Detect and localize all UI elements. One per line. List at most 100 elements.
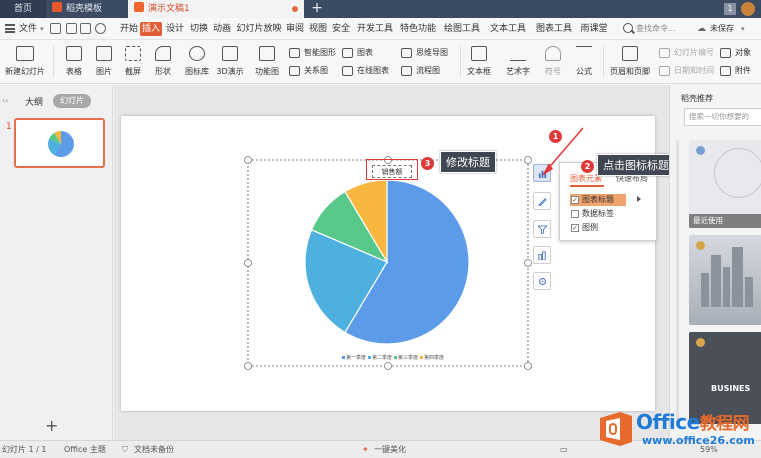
unsaved-status[interactable]: 未保存 (710, 18, 734, 40)
picture-button[interactable]: 图片 (91, 46, 117, 77)
attachment-button[interactable]: 附件 (719, 64, 751, 78)
backup-status[interactable]: 文档未备份 (134, 441, 174, 458)
slide-number-button[interactable]: 幻灯片编号 (658, 46, 714, 60)
checkbox-unchecked-icon[interactable] (571, 210, 579, 218)
paperclip-icon (720, 66, 731, 76)
art-text-button[interactable]: 艺术字 (500, 46, 536, 77)
data-label-option[interactable]: 数据标签 (570, 208, 614, 220)
relation-label: 关系图 (304, 66, 328, 75)
mind-map-button[interactable]: 思维导图 (400, 46, 448, 60)
tab-outline[interactable]: 大纲 (25, 95, 43, 108)
template-card[interactable] (689, 235, 761, 325)
resize-handle[interactable] (524, 156, 532, 164)
menu-tab-review[interactable]: 审阅 (285, 18, 305, 40)
view-normal-icon[interactable]: ▭ (560, 441, 568, 458)
legend-item-q2: 第二季度 (367, 354, 392, 361)
menu-tab-slideshow[interactable]: 幻灯片放映 (236, 18, 282, 40)
chart-settings-button[interactable] (533, 272, 551, 290)
object-button[interactable]: 对象 (719, 46, 751, 60)
flowchart-button[interactable]: 流程图 (400, 64, 440, 78)
function-chart-button[interactable]: 功能图 (251, 46, 283, 77)
one-click-beautify[interactable]: 一键美化 (374, 441, 406, 458)
function-chart-icon (259, 46, 275, 61)
command-search[interactable]: 查找命令... (636, 18, 676, 40)
legend-swatch (367, 355, 371, 359)
online-chart-button[interactable]: 在线图表 (341, 64, 389, 78)
chart-title-option[interactable]: ✓ 图表标题 (570, 194, 626, 206)
resize-handle[interactable] (524, 362, 532, 370)
resize-handle[interactable] (244, 156, 252, 164)
textbox-button[interactable]: 文本框 (463, 46, 495, 77)
print-icon[interactable] (80, 23, 91, 34)
preview-icon[interactable] (95, 23, 106, 34)
legend-item-q3: 第三季度 (394, 354, 418, 361)
submenu-arrow-icon[interactable] (637, 196, 641, 202)
shape-button[interactable]: 形状 (150, 46, 176, 77)
legend-option[interactable]: ✓ 图例 (570, 222, 598, 234)
save-icon[interactable] (50, 23, 61, 34)
menu-tab-text-tools[interactable]: 文本工具 (489, 18, 527, 40)
tab-home[interactable]: 首页 (0, 0, 46, 18)
resize-handle[interactable] (244, 362, 252, 370)
collapse-panel-icon[interactable]: ‹‹ (2, 96, 8, 105)
chevron-down-icon[interactable]: ▾ (741, 18, 745, 40)
smart-graphic-button[interactable]: 智能图形 (288, 46, 336, 60)
menu-tab-features[interactable]: 特色功能 (399, 18, 437, 40)
menu-tab-start[interactable]: 开始 (119, 18, 139, 40)
template-search-input[interactable]: 搜索一切你想要的 (684, 108, 761, 126)
slide[interactable]: 销售额 第一季度第二季度第三季度第四季度 图表元素 快速布局 ✓图表标题 (121, 116, 675, 411)
chart-style-button[interactable] (533, 192, 551, 210)
new-slide-button[interactable]: 新建幻灯片 (0, 46, 50, 77)
screenshot-button[interactable]: 截屏 (120, 46, 146, 77)
menu-tab-view[interactable]: 视图 (308, 18, 328, 40)
export-pdf-icon[interactable] (66, 23, 77, 34)
menu-tab-rain-classroom[interactable]: 雨课堂 (579, 18, 609, 40)
resize-handle[interactable] (384, 362, 392, 370)
chart-data-button[interactable] (533, 246, 551, 264)
menu-tab-security[interactable]: 安全 (331, 18, 351, 40)
chart-button[interactable]: 图表 (341, 46, 373, 60)
3d-demo-button[interactable]: 3D演示 (215, 46, 245, 77)
symbol-button[interactable]: 符号 (541, 46, 565, 77)
menu-tab-developer[interactable]: 开发工具 (356, 18, 394, 40)
art-text-label: 艺术字 (506, 67, 530, 76)
theme-name[interactable]: Office 主题 (64, 441, 106, 458)
user-avatar[interactable] (741, 2, 755, 16)
datetime-button[interactable]: 日期和时间 (658, 64, 714, 78)
chart-filter-button[interactable] (533, 220, 551, 238)
checkbox-checked-icon[interactable]: ✓ (571, 224, 579, 232)
menu-tab-drawing-tools[interactable]: 绘图工具 (443, 18, 481, 40)
menu-tab-chart-tools[interactable]: 图表工具 (535, 18, 573, 40)
panel-scrollbar[interactable] (676, 140, 679, 420)
header-footer-button[interactable]: 页眉和页脚 (606, 46, 654, 77)
tab-slides[interactable]: 幻灯片 (53, 94, 91, 108)
cloud-icon: ☁ (697, 24, 706, 34)
chart-legend[interactable]: 第一季度 第二季度 第三季度 第四季度 (338, 354, 448, 362)
menu-tab-animation[interactable]: 动画 (212, 18, 232, 40)
chart-elements-button[interactable] (533, 164, 551, 182)
checkbox-checked-icon[interactable]: ✓ (571, 196, 579, 204)
icon-library-button[interactable]: 图标库 (182, 46, 212, 77)
tab-document[interactable]: 演示文稿1 (128, 0, 304, 18)
search-icon[interactable] (623, 23, 633, 33)
resize-handle[interactable] (244, 259, 252, 267)
menu-tab-insert[interactable]: 插入 (140, 22, 162, 36)
menu-tab-transition[interactable]: 切换 (189, 18, 209, 40)
menu-tab-design[interactable]: 设计 (165, 18, 185, 40)
slide-thumbnail[interactable] (14, 118, 105, 168)
add-slide-button[interactable]: + (45, 418, 58, 434)
formula-button[interactable]: 公式 (570, 46, 598, 77)
tab-template[interactable]: 稻壳模板 (46, 0, 126, 18)
menu-file[interactable]: 文件 (19, 18, 37, 40)
new-tab-button[interactable]: + (309, 0, 325, 18)
resize-handle[interactable] (524, 259, 532, 267)
chevron-down-icon[interactable]: ▾ (40, 18, 44, 40)
chart-elements-icon (538, 170, 547, 178)
recommendation-title[interactable]: 稻壳推荐 (681, 93, 713, 104)
window-count-badge[interactable]: 1 (724, 3, 736, 15)
table-button[interactable]: 表格 (60, 46, 88, 77)
hamburger-icon[interactable] (5, 24, 15, 33)
relation-chart-button[interactable]: 关系图 (288, 64, 328, 78)
template-card[interactable]: 最近使用 (689, 140, 761, 228)
pie-slices[interactable] (304, 179, 470, 345)
